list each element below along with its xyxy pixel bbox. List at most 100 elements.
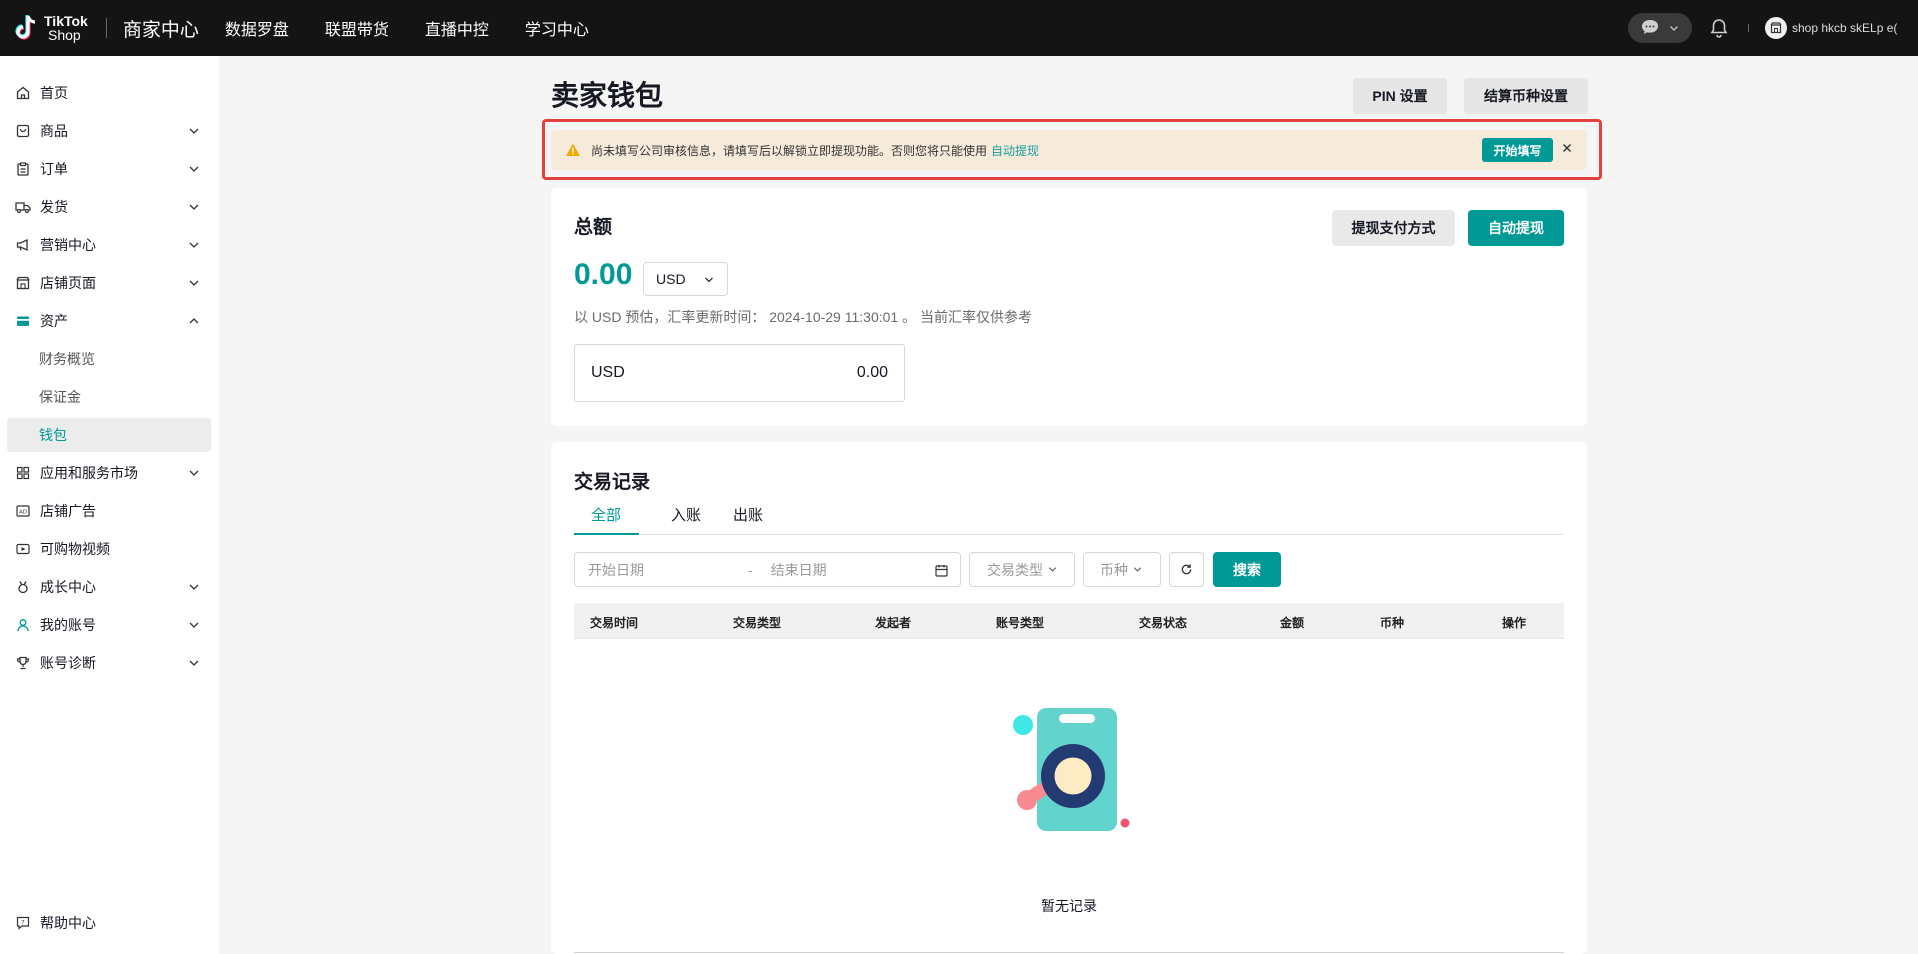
sidebar-item-label: 成长中心 bbox=[40, 579, 96, 595]
settlement-currency-settings-button[interactable]: 结算币种设置 bbox=[1464, 78, 1588, 114]
store-icon bbox=[15, 275, 31, 291]
sidebar-item-label: 应用和服务市场 bbox=[40, 465, 138, 481]
column-header: 操作 bbox=[1502, 616, 1527, 630]
sidebar-item-marketing[interactable]: 营销中心 bbox=[7, 228, 211, 262]
start-date-input[interactable]: 开始日期 bbox=[588, 560, 748, 580]
sidebar-item-label: 店铺页面 bbox=[40, 275, 96, 291]
date-range-picker[interactable]: 开始日期 - 结束日期 bbox=[574, 552, 961, 587]
sidebar-item-products[interactable]: 商品 bbox=[7, 114, 211, 148]
sidebar-item-assets[interactable]: 资产 bbox=[7, 304, 211, 338]
sidebar-item-home[interactable]: 首页 bbox=[7, 76, 211, 110]
chevron-down-icon bbox=[1048, 567, 1057, 572]
empty-state-text: 暂无记录 bbox=[1041, 898, 1097, 914]
transactions-title: 交易记录 bbox=[574, 472, 651, 493]
apps-icon bbox=[15, 465, 31, 481]
tab-income[interactable]: 入账 bbox=[671, 504, 701, 535]
chevron-down-icon bbox=[189, 584, 199, 590]
top-nav: 数据罗盘 联盟带货 直播中控 学习中心 bbox=[225, 16, 625, 40]
withdrawal-payment-method-button[interactable]: 提现支付方式 bbox=[1332, 210, 1455, 246]
chevron-down-icon bbox=[189, 242, 199, 248]
sidebar-item-label: 订单 bbox=[40, 161, 68, 177]
auto-withdraw-link[interactable]: 自动提现 bbox=[991, 142, 1039, 159]
tab-all[interactable]: 全部 bbox=[574, 504, 640, 535]
nav-live-control[interactable]: 直播中控 bbox=[425, 16, 489, 40]
sidebar-item-wallet[interactable]: 钱包 bbox=[7, 418, 211, 452]
chevron-down-icon bbox=[1669, 20, 1679, 36]
currency-select-value: USD bbox=[656, 271, 686, 287]
calendar-icon bbox=[935, 565, 948, 577]
chevron-down-icon bbox=[189, 204, 199, 210]
tiktok-logo-icon bbox=[14, 14, 38, 42]
table-bottom-border bbox=[574, 952, 1564, 953]
warning-icon bbox=[566, 143, 580, 156]
trophy-icon bbox=[15, 655, 31, 671]
sidebar-item-account-diagnosis[interactable]: 账号诊断 bbox=[7, 646, 211, 680]
sidebar-item-deposit[interactable]: 保证金 bbox=[7, 380, 211, 414]
sidebar-item-label: 账号诊断 bbox=[40, 655, 96, 671]
start-filling-button[interactable]: 开始填写 bbox=[1482, 138, 1553, 162]
auto-withdraw-button[interactable]: 自动提现 bbox=[1468, 210, 1564, 246]
chat-button[interactable] bbox=[1628, 13, 1692, 43]
column-header: 交易类型 bbox=[733, 616, 782, 630]
search-button[interactable]: 搜索 bbox=[1213, 552, 1281, 587]
sidebar-item-my-account[interactable]: 我的账号 bbox=[7, 608, 211, 642]
sidebar-item-app-market[interactable]: 应用和服务市场 bbox=[7, 456, 211, 490]
end-date-input[interactable]: 结束日期 bbox=[771, 560, 931, 580]
truck-icon bbox=[15, 199, 31, 215]
sidebar-item-shoppable-video[interactable]: 可购物视频 bbox=[7, 532, 211, 566]
currency-select[interactable]: USD bbox=[643, 262, 728, 296]
chevron-down-icon bbox=[705, 277, 713, 283]
sidebar-item-growth-center[interactable]: 成长中心 bbox=[7, 570, 211, 604]
nav-learning-center[interactable]: 学习中心 bbox=[525, 16, 589, 40]
shop-avatar bbox=[1765, 17, 1787, 39]
shop-account-menu[interactable]: shop hkcb skELp e( bbox=[1765, 17, 1898, 39]
transaction-type-filter[interactable]: 交易类型 bbox=[969, 552, 1075, 587]
medal-icon bbox=[15, 579, 31, 595]
close-icon[interactable] bbox=[1560, 141, 1574, 155]
transactions-table-header: 交易时间 交易类型 发起者 账号类型 交易状态 金额 币种 操作 bbox=[574, 603, 1564, 639]
logo-line1: TikTok bbox=[44, 13, 88, 29]
currency-filter-label: 币种 bbox=[1100, 561, 1128, 578]
help-icon: ? bbox=[15, 915, 31, 931]
alert-text: 尚未填写公司审核信息，请填写后以解锁立即提现功能。否则您将只能使用 bbox=[591, 143, 988, 158]
pin-settings-button[interactable]: PIN 设置 bbox=[1353, 78, 1447, 114]
nav-affiliate[interactable]: 联盟带货 bbox=[325, 16, 389, 40]
megaphone-icon bbox=[15, 237, 31, 253]
currency-filter[interactable]: 币种 bbox=[1083, 552, 1161, 587]
chevron-down-icon bbox=[189, 280, 199, 286]
tab-expense[interactable]: 出账 bbox=[733, 504, 763, 535]
column-header: 交易时间 bbox=[590, 616, 639, 630]
sidebar-item-label: 保证金 bbox=[39, 389, 81, 405]
sidebar-item-label: 财务概览 bbox=[39, 351, 95, 367]
logo-line2: Shop bbox=[48, 27, 81, 43]
sidebar-item-label: 资产 bbox=[40, 313, 68, 329]
tiktok-shop-logo[interactable]: TikTok Shop bbox=[14, 14, 88, 42]
top-bar: TikTok Shop 商家中心 数据罗盘 联盟带货 直播中控 学习中心 sho… bbox=[0, 0, 1918, 56]
sidebar-item-store-page[interactable]: 店铺页面 bbox=[7, 266, 211, 300]
chevron-down-icon bbox=[189, 166, 199, 172]
sidebar-item-help-center[interactable]: ? 帮助中心 bbox=[7, 906, 211, 940]
bell-icon[interactable] bbox=[1708, 17, 1730, 39]
refresh-button[interactable] bbox=[1169, 552, 1204, 587]
column-header: 发起者 bbox=[875, 616, 912, 630]
sidebar-item-label: 钱包 bbox=[39, 427, 67, 443]
sidebar-item-shipping[interactable]: 发货 bbox=[7, 190, 211, 224]
exchange-rate-note: 以 USD 预估，汇率更新时间： 2024-10-29 11:30:01 。 当… bbox=[574, 309, 1032, 325]
sidebar-item-orders[interactable]: 订单 bbox=[7, 152, 211, 186]
sidebar-item-finance-overview[interactable]: 财务概览 bbox=[7, 342, 211, 376]
home-icon bbox=[15, 85, 31, 101]
currency-balance-box: USD 0.00 bbox=[574, 344, 905, 402]
sidebar-item-store-ads[interactable]: AD 店铺广告 bbox=[7, 494, 211, 528]
chevron-up-icon bbox=[189, 318, 199, 324]
wallet-icon bbox=[15, 313, 31, 329]
user-icon bbox=[15, 617, 31, 633]
chevron-down-icon bbox=[189, 128, 199, 134]
balance-currency: USD bbox=[591, 364, 625, 381]
product-icon bbox=[15, 123, 31, 139]
nav-data-compass[interactable]: 数据罗盘 bbox=[225, 16, 289, 40]
balance-amount: 0.00 bbox=[856, 364, 888, 381]
column-header: 交易状态 bbox=[1139, 616, 1188, 630]
sidebar-item-label: 首页 bbox=[40, 85, 68, 101]
sidebar-item-label: 我的账号 bbox=[40, 617, 96, 633]
empty-state-illustration bbox=[1006, 700, 1136, 840]
